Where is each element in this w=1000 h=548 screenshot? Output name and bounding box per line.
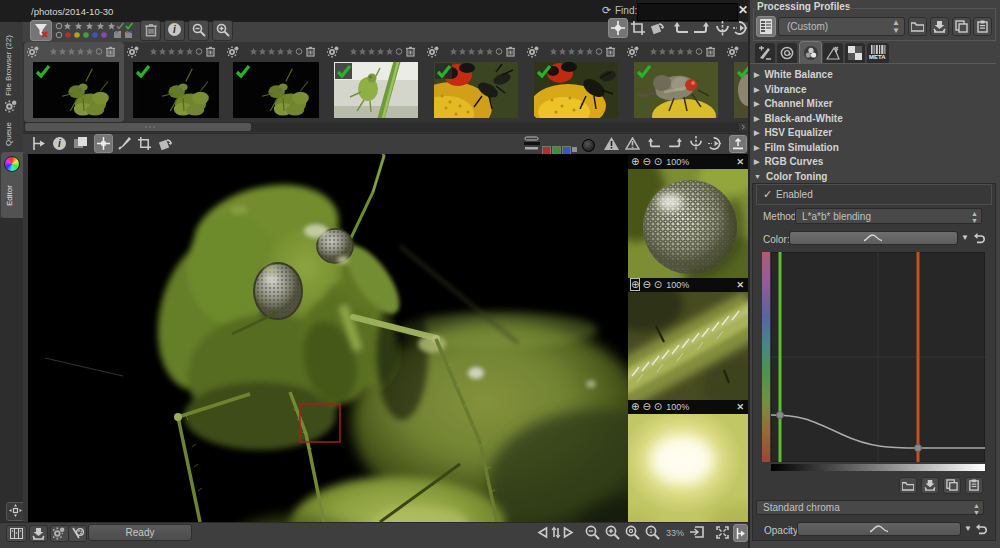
svg-text:1: 1	[649, 528, 653, 534]
